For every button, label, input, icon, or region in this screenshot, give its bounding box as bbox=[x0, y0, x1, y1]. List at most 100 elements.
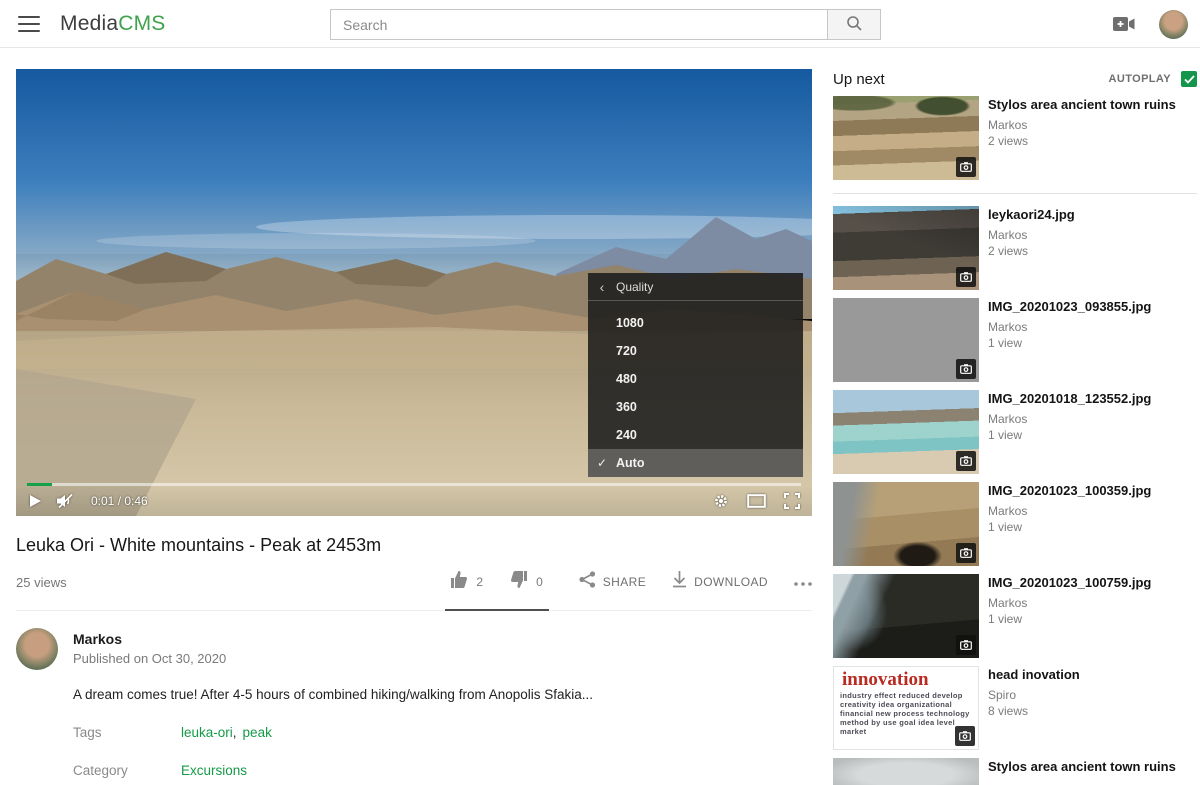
download-label: DOWNLOAD bbox=[694, 575, 768, 589]
up-next-item-title: IMG_20201018_123552.jpg bbox=[988, 391, 1151, 407]
up-next-thumbnail[interactable] bbox=[833, 390, 979, 474]
quality-option-360[interactable]: ✓360 bbox=[588, 393, 803, 421]
theater-mode-icon[interactable] bbox=[747, 494, 766, 508]
up-next-item[interactable]: Stylos area ancient town ruins bbox=[833, 758, 1197, 785]
logo-cms: CMS bbox=[118, 12, 165, 35]
up-next-thumbnail[interactable] bbox=[833, 574, 979, 658]
up-next-item-views: 2 views bbox=[988, 243, 1075, 260]
up-next-item-views: 1 view bbox=[988, 611, 1151, 628]
published-date: Published on Oct 30, 2020 bbox=[73, 651, 226, 666]
up-next-item-author: Markos bbox=[988, 118, 1176, 133]
quality-menu-title: Quality bbox=[616, 280, 653, 294]
camera-icon bbox=[956, 157, 976, 177]
autoplay-control: AUTOPLAY bbox=[1109, 71, 1198, 87]
up-next-thumbnail[interactable] bbox=[833, 298, 979, 382]
user-avatar[interactable] bbox=[1159, 10, 1188, 39]
camera-icon bbox=[955, 726, 975, 746]
camera-icon bbox=[956, 543, 976, 563]
quality-option-240[interactable]: ✓240 bbox=[588, 421, 803, 449]
up-next-item-title: IMG_20201023_100359.jpg bbox=[988, 483, 1151, 499]
up-next-item[interactable]: IMG_20201023_093855.jpg Markos 1 view bbox=[833, 298, 1197, 382]
settings-gear-icon[interactable] bbox=[713, 493, 729, 509]
search-icon bbox=[846, 15, 863, 35]
category-label: Category bbox=[73, 763, 181, 778]
mediacms-page: MediaCMS bbox=[0, 0, 1200, 785]
header-actions bbox=[1113, 0, 1188, 48]
main-column: 0:01 / 0:46 ‹ Quality ✓1080 bbox=[16, 69, 812, 785]
top-bar: MediaCMS bbox=[0, 0, 1200, 48]
player-controls: 0:01 / 0:46 bbox=[16, 486, 812, 516]
up-next-item-views: 8 views bbox=[988, 703, 1080, 720]
camera-icon bbox=[956, 359, 976, 379]
quality-option-label: 480 bbox=[616, 372, 637, 386]
fullscreen-icon[interactable] bbox=[784, 493, 800, 509]
up-next-item[interactable]: IMG_20201018_123552.jpg Markos 1 view bbox=[833, 390, 1197, 474]
quality-option-720[interactable]: ✓720 bbox=[588, 337, 803, 365]
download-button[interactable]: DOWNLOAD bbox=[672, 571, 768, 593]
quality-option-480[interactable]: ✓480 bbox=[588, 365, 803, 393]
time-display: 0:01 / 0:46 bbox=[91, 494, 148, 508]
quality-option-1080[interactable]: ✓1080 bbox=[588, 309, 803, 337]
author-row: Markos Published on Oct 30, 2020 bbox=[16, 628, 812, 670]
up-next-item[interactable]: head inovation Spiro 8 views bbox=[833, 666, 1197, 750]
up-next-item-views: 1 view bbox=[988, 335, 1151, 352]
up-next-item-title: Stylos area ancient town ruins bbox=[988, 97, 1176, 113]
thumbs-down-icon bbox=[509, 570, 529, 594]
video-description: A dream comes true! After 4-5 hours of c… bbox=[73, 687, 693, 702]
up-next-item[interactable]: Stylos area ancient town ruins Markos 2 … bbox=[833, 96, 1197, 194]
like-count: 2 bbox=[476, 575, 483, 589]
play-button[interactable] bbox=[28, 494, 42, 508]
meta-row: 25 views 2 0 bbox=[16, 570, 812, 611]
quality-option-label: 720 bbox=[616, 344, 637, 358]
download-icon bbox=[672, 571, 687, 593]
up-next-header: Up next AUTOPLAY bbox=[833, 69, 1197, 89]
video-title: Leuka Ori - White mountains - Peak at 24… bbox=[16, 535, 812, 556]
up-next-thumbnail[interactable] bbox=[833, 206, 979, 290]
upload-media-icon[interactable] bbox=[1113, 16, 1135, 32]
like-button[interactable]: 2 bbox=[449, 570, 483, 594]
autoplay-label: AUTOPLAY bbox=[1109, 73, 1172, 85]
logo[interactable]: MediaCMS bbox=[60, 12, 165, 36]
tag-link[interactable]: peak bbox=[243, 725, 272, 740]
quality-option-label: 360 bbox=[616, 400, 637, 414]
up-next-thumbnail[interactable] bbox=[833, 482, 979, 566]
up-next-list: Stylos area ancient town ruins Markos 2 … bbox=[833, 96, 1197, 785]
author-avatar[interactable] bbox=[16, 628, 58, 670]
up-next-item[interactable]: IMG_20201023_100359.jpg Markos 1 view bbox=[833, 482, 1197, 566]
quality-options: ✓1080✓720✓480✓360✓240✓Auto bbox=[588, 309, 803, 477]
up-next-item[interactable]: IMG_20201023_100759.jpg Markos 1 view bbox=[833, 574, 1197, 658]
tags-label: Tags bbox=[73, 725, 181, 740]
camera-icon bbox=[956, 451, 976, 471]
quality-menu-back[interactable]: ‹ Quality bbox=[588, 273, 803, 301]
search-input[interactable] bbox=[330, 9, 827, 40]
mute-icon[interactable] bbox=[56, 493, 75, 509]
up-next-item[interactable]: leykaori24.jpg Markos 2 views bbox=[833, 206, 1197, 290]
video-player[interactable]: 0:01 / 0:46 ‹ Quality ✓1080 bbox=[16, 69, 812, 516]
quality-option-label: Auto bbox=[616, 456, 644, 470]
search-button[interactable] bbox=[827, 9, 881, 40]
up-next-thumbnail[interactable] bbox=[833, 758, 979, 785]
more-options-button[interactable] bbox=[794, 573, 812, 591]
share-label: SHARE bbox=[603, 575, 646, 589]
dislike-count: 0 bbox=[536, 575, 543, 589]
up-next-thumbnail[interactable] bbox=[833, 666, 979, 750]
up-next-thumbnail[interactable] bbox=[833, 96, 979, 180]
author-name[interactable]: Markos bbox=[73, 631, 226, 647]
dislike-button[interactable]: 0 bbox=[509, 570, 543, 594]
share-button[interactable]: SHARE bbox=[579, 571, 646, 593]
category-link[interactable]: Excursions bbox=[181, 763, 247, 778]
thumbs-up-icon bbox=[449, 570, 469, 594]
category-row: Category Excursions bbox=[73, 763, 812, 778]
autoplay-checkbox[interactable] bbox=[1181, 71, 1197, 87]
up-next-item-views: 1 view bbox=[988, 519, 1151, 536]
up-next-sidebar: Up next AUTOPLAY Stylos area ancient tow… bbox=[833, 69, 1197, 785]
back-chevron-icon: ‹ bbox=[588, 279, 616, 295]
tag-link[interactable]: leuka-ori bbox=[181, 725, 233, 740]
quality-option-auto[interactable]: ✓Auto bbox=[588, 449, 803, 477]
share-icon bbox=[579, 571, 596, 593]
up-next-item-views: 1 view bbox=[988, 427, 1151, 444]
menu-button[interactable] bbox=[18, 16, 40, 32]
up-next-item-views: 2 views bbox=[988, 133, 1176, 150]
quality-option-label: 1080 bbox=[616, 316, 644, 330]
up-next-item-author: Markos bbox=[988, 412, 1151, 427]
